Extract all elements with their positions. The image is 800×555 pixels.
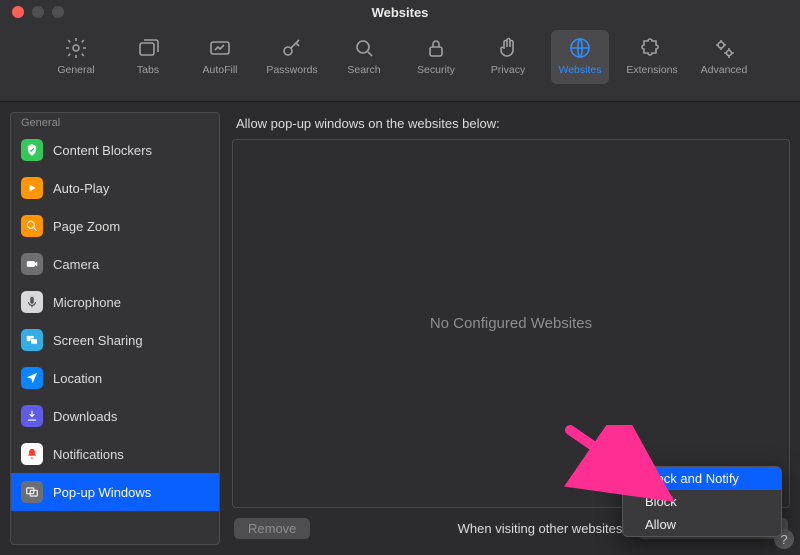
empty-state-text: No Configured Websites	[430, 315, 592, 332]
sidebar-section-header: General	[11, 113, 219, 131]
window-title: Websites	[0, 5, 800, 20]
sidebar-item-label: Page Zoom	[53, 219, 120, 234]
menu-item-block-and-notify[interactable]: Block and Notify	[623, 467, 781, 490]
preferences-toolbar: General Tabs AutoFill Passwords Search Securi…	[0, 24, 800, 102]
globe-icon	[567, 34, 593, 62]
sidebar-item-label: Notifications	[53, 447, 124, 462]
toolbar-tab-label: AutoFill	[202, 64, 237, 76]
toolbar-tab-security[interactable]: Security	[407, 30, 465, 84]
sidebar-item-pop-up-windows[interactable]: Pop-up Windows	[11, 473, 219, 511]
sidebar-item-auto-play[interactable]: Auto-Play	[11, 169, 219, 207]
toolbar-tab-search[interactable]: Search	[335, 30, 393, 84]
camera-icon	[21, 253, 43, 275]
titlebar: Websites	[0, 0, 800, 24]
sidebar-item-downloads[interactable]: Downloads	[11, 397, 219, 435]
toolbar-tab-label: General	[57, 64, 94, 76]
sidebar-item-screen-sharing[interactable]: Screen Sharing	[11, 321, 219, 359]
screens-icon	[21, 329, 43, 351]
sidebar-item-camera[interactable]: Camera	[11, 245, 219, 283]
sidebar-item-notifications[interactable]: Notifications	[11, 435, 219, 473]
toolbar-tab-privacy[interactable]: Privacy	[479, 30, 537, 84]
remove-button[interactable]: Remove	[234, 518, 310, 539]
toolbar-tab-label: Extensions	[626, 64, 677, 76]
configured-websites-list[interactable]: No Configured Websites	[232, 139, 790, 508]
detail-heading: Allow pop-up windows on the websites bel…	[232, 112, 790, 139]
toolbar-tab-label: Tabs	[137, 64, 159, 76]
toolbar-tab-label: Passwords	[266, 64, 317, 76]
mic-icon	[21, 291, 43, 313]
toolbar-tab-label: Security	[417, 64, 455, 76]
toolbar-tab-general[interactable]: General	[47, 30, 105, 84]
close-window-button[interactable]	[12, 6, 24, 18]
sidebar-list: Content Blockers Auto-Play Page Zoom Camera…	[11, 131, 219, 544]
sidebar-item-label: Downloads	[53, 409, 117, 424]
settings-sidebar: General Content Blockers Auto-Play Page Zo…	[10, 112, 220, 545]
toolbar-tab-tabs[interactable]: Tabs	[119, 30, 177, 84]
minimize-window-button[interactable]	[32, 6, 44, 18]
key-icon	[279, 34, 305, 62]
lock-icon	[423, 34, 449, 62]
toolbar-tab-label: Websites	[559, 64, 602, 76]
sidebar-item-label: Camera	[53, 257, 99, 272]
download-icon	[21, 405, 43, 427]
search-icon	[351, 34, 377, 62]
sidebar-item-label: Microphone	[53, 295, 121, 310]
gear-icon	[63, 34, 89, 62]
zoom-window-button[interactable]	[52, 6, 64, 18]
menu-item-allow[interactable]: Allow	[623, 513, 781, 536]
sidebar-item-label: Pop-up Windows	[53, 485, 151, 500]
toolbar-tab-label: Search	[347, 64, 380, 76]
toolbar-tab-label: Privacy	[491, 64, 525, 76]
autofill-icon	[207, 34, 233, 62]
play-icon	[21, 177, 43, 199]
toolbar-tab-advanced[interactable]: Advanced	[695, 30, 753, 84]
window-controls	[0, 6, 64, 18]
sidebar-item-label: Location	[53, 371, 102, 386]
other-websites-label: When visiting other websites:	[458, 521, 626, 536]
puzzle-icon	[639, 34, 665, 62]
sidebar-item-content-blockers[interactable]: Content Blockers	[11, 131, 219, 169]
toolbar-tab-label: Advanced	[701, 64, 748, 76]
hand-icon	[495, 34, 521, 62]
gears-icon	[711, 34, 737, 62]
windows-icon	[21, 481, 43, 503]
toolbar-tab-extensions[interactable]: Extensions	[623, 30, 681, 84]
zoom-icon	[21, 215, 43, 237]
toolbar-tab-passwords[interactable]: Passwords	[263, 30, 321, 84]
sidebar-item-page-zoom[interactable]: Page Zoom	[11, 207, 219, 245]
tabs-icon	[135, 34, 161, 62]
sidebar-item-microphone[interactable]: Microphone	[11, 283, 219, 321]
menu-item-block[interactable]: Block	[623, 490, 781, 513]
sidebar-item-label: Auto-Play	[53, 181, 109, 196]
bell-icon	[21, 443, 43, 465]
toolbar-tab-websites[interactable]: Websites	[551, 30, 609, 84]
popup-menu[interactable]: Block and NotifyBlockAllow	[622, 466, 782, 537]
toolbar-tab-autofill[interactable]: AutoFill	[191, 30, 249, 84]
sidebar-item-label: Screen Sharing	[53, 333, 143, 348]
location-icon	[21, 367, 43, 389]
sidebar-item-label: Content Blockers	[53, 143, 152, 158]
shield-icon	[21, 139, 43, 161]
sidebar-item-location[interactable]: Location	[11, 359, 219, 397]
